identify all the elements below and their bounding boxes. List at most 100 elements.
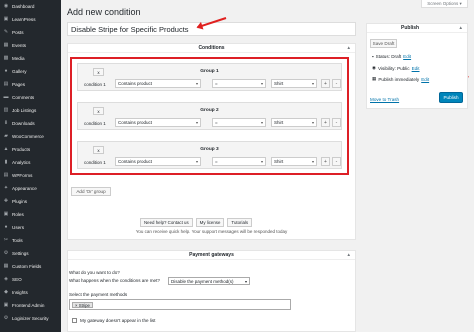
sidebar-item-label: WPForms (12, 173, 33, 178)
value-select[interactable]: Shirt ▾ (271, 79, 317, 88)
sidebar-item[interactable]: ◈ SEO (0, 275, 61, 284)
value-select[interactable]: Shirt ▾ (271, 118, 317, 127)
publish-date-edit-link[interactable]: Edit (421, 77, 429, 82)
sidebar-item-label: Loginizer Security (12, 316, 49, 321)
screen-options-button[interactable]: Screen Options ▾ (421, 0, 468, 8)
gateway-missing-label: My gateway doesn't appear in the list (80, 318, 156, 323)
stripe-chip[interactable]: × Stripe (72, 302, 93, 308)
operator-select[interactable]: = ▾ (212, 79, 266, 88)
gallery-icon: ● (4, 68, 8, 74)
contact-support-link[interactable]: Need help? Contact us (140, 218, 193, 227)
calendar-icon: ▦ (372, 76, 377, 81)
sidebar-item[interactable]: ▥ Job Listings (0, 106, 61, 115)
custom-fields-icon: ▦ (3, 263, 9, 269)
status-edit-link[interactable]: Edit (403, 54, 411, 59)
collapse-toggle-icon[interactable]: ▲ (347, 45, 351, 50)
dashboard-icon: ◉ (3, 3, 9, 9)
sidebar-item-label: Custom Fields (12, 264, 42, 269)
tools-icon: ✂ (3, 237, 9, 243)
sidebar-item[interactable]: ▤ WPForms (0, 171, 61, 180)
remove-condition-button[interactable]: - (332, 157, 341, 166)
conditions-title: Conditions (198, 45, 225, 51)
payment-gateways-title: Payment gateways (189, 252, 234, 258)
operator-select[interactable]: = ▾ (212, 157, 266, 166)
sidebar-item[interactable]: ▤ Pages (0, 80, 61, 89)
chevron-down-icon: ▾ (311, 159, 314, 164)
sidebar-item[interactable]: ▬ Comments (0, 93, 61, 102)
sidebar-item[interactable]: ◆ Insights (0, 288, 61, 297)
chevron-down-icon: ▾ (195, 120, 198, 125)
field-select[interactable]: Contains product ▾ (115, 79, 201, 88)
conditions-box-header[interactable]: Conditions ▲ (68, 44, 355, 53)
sidebar-item[interactable]: ✦ Appearance (0, 184, 61, 193)
save-draft-button[interactable]: Save Draft (370, 39, 397, 48)
sidebar-item[interactable]: ▮ Analytics (0, 158, 61, 167)
sidebar-item[interactable]: ▦ Custom Fields (0, 262, 61, 271)
sidebar-item[interactable]: ▣ Roles (0, 210, 61, 219)
publish-button[interactable]: Publish (439, 92, 463, 103)
analytics-icon: ▮ (4, 159, 8, 165)
publish-box-header[interactable]: Publish ▲ (367, 24, 467, 33)
media-icon: ▩ (3, 55, 9, 61)
remove-condition-button[interactable]: - (332, 118, 341, 127)
chevron-down-icon: ▾ (260, 81, 263, 86)
chevron-down-icon: ▾ (195, 159, 198, 164)
sidebar-item[interactable]: ✎ Posts (0, 28, 61, 37)
action-select[interactable]: Disable the payment method(s) ▾ (168, 277, 250, 285)
payment-methods-field[interactable]: × Stripe (69, 299, 291, 310)
comments-icon: ▬ (3, 94, 9, 100)
frontend-admin-icon: ▣ (3, 302, 9, 308)
sidebar-item[interactable]: ✚ Plugins (0, 197, 61, 206)
payment-collapse-icon[interactable]: ▲ (347, 252, 351, 257)
payment-gateways-header[interactable]: Payment gateways ▲ (68, 251, 355, 260)
sidebar-item-label: Frontend Admin (12, 303, 45, 308)
sidebar-item-label: Products (12, 147, 31, 152)
group-title: Group 2 (200, 108, 219, 113)
sidebar-item[interactable]: ▩ Media (0, 54, 61, 63)
add-condition-button[interactable]: + (321, 118, 330, 127)
title-field[interactable]: Disable Stripe for Specific Products (67, 22, 356, 36)
sidebar-item[interactable]: ▲ Products (0, 145, 61, 154)
publish-title: Publish (401, 25, 420, 31)
add-condition-button[interactable]: + (321, 79, 330, 88)
move-to-trash-link[interactable]: Move to Trash (370, 97, 399, 102)
sidebar-item[interactable]: ▣ Frontend Admin (0, 301, 61, 310)
sidebar-item-label: Comments (12, 95, 35, 100)
sidebar-item-label: Events (12, 43, 27, 48)
sidebar-item[interactable]: ◉ Dashboard (0, 2, 61, 11)
loginizer-icon: ⚙ (3, 315, 9, 321)
sidebar-item[interactable]: ● Users (0, 223, 61, 232)
field-select[interactable]: Contains product ▾ (115, 157, 201, 166)
woocommerce-icon: ▰ (4, 133, 8, 139)
gateway-missing-checkbox[interactable] (72, 318, 77, 323)
add-or-group-button[interactable]: Add 'Or' group (71, 187, 111, 196)
sidebar-item[interactable]: ● Gallery (0, 67, 61, 76)
job-listings-icon: ▥ (3, 107, 9, 113)
chevron-down-icon: ▾ (311, 120, 314, 125)
operator-select[interactable]: = ▾ (212, 118, 266, 127)
condition-group: x Group 2 condition 1 Contains product ▾ = ▾ Sh… (77, 102, 342, 130)
my-license-link[interactable]: My license (195, 218, 225, 227)
pages-icon: ▤ (3, 81, 9, 87)
sidebar-item[interactable]: ⚙ Settings (0, 249, 61, 258)
sidebar-item-label: Job Listings (12, 108, 37, 113)
condition-group: x Group 1 condition 1 Contains product ▾ = ▾ Sh… (77, 63, 342, 91)
select-caret-icon: ▾ (244, 279, 247, 284)
sidebar-item[interactable]: ⚙ Loginizer Security (0, 314, 61, 323)
sidebar-item[interactable]: ✂ Tools (0, 236, 61, 245)
chevron-down-icon: ▾ (260, 120, 263, 125)
field-select[interactable]: Contains product ▾ (115, 118, 201, 127)
sidebar-item[interactable]: ▣ LearnPress (0, 15, 61, 24)
value-select[interactable]: Shirt ▾ (271, 157, 317, 166)
sidebar-item-label: Pages (12, 82, 26, 87)
sidebar-item[interactable]: ▰ WooCommerce (0, 132, 61, 141)
visibility-edit-link[interactable]: Edit (412, 66, 420, 71)
add-condition-button[interactable]: + (321, 157, 330, 166)
remove-condition-button[interactable]: - (332, 79, 341, 88)
sidebar-item[interactable]: ▦ Events (0, 41, 61, 50)
publish-collapse-icon[interactable]: ▲ (459, 25, 463, 30)
sidebar-item[interactable]: ⬇ Downloads (0, 119, 61, 128)
publish-date-line: ▦ Publish immediately Edit (372, 76, 430, 82)
tutorials-link[interactable]: Tutorials (227, 218, 253, 227)
condition-label: condition 1 (84, 82, 106, 87)
